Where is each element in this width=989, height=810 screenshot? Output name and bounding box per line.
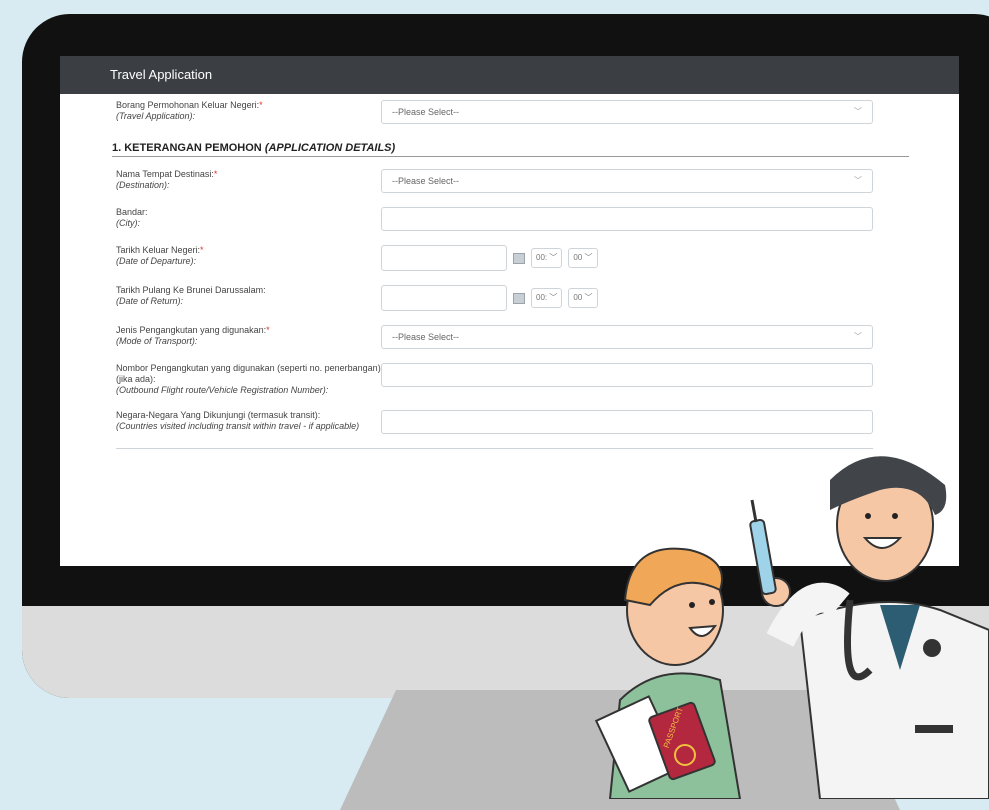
return-date-input[interactable] (381, 285, 507, 311)
countries-input[interactable] (381, 410, 873, 434)
destination-select[interactable]: --Please Select-- ﹀ (381, 169, 873, 193)
select-value: --Please Select-- (392, 332, 460, 342)
label-ms: Tarikh Pulang Ke Brunei Darussalam: (116, 285, 266, 295)
required-marker: * (259, 100, 263, 110)
form-row-travel-application: Borang Permohonan Keluar Negeri:* (Travel… (116, 100, 873, 124)
form-row-departure: Tarikh Keluar Negeri:* (Date of Departure… (116, 245, 873, 271)
form-row-return: Tarikh Pulang Ke Brunei Darussalam: (Date… (116, 285, 873, 311)
label-en: (Date of Departure): (116, 256, 197, 266)
label-ms: Tarikh Keluar Negeri: (116, 245, 201, 255)
label-ms: Nama Tempat Destinasi: (116, 169, 214, 179)
illustration: PASSPORT (594, 456, 989, 799)
calendar-icon[interactable] (513, 252, 525, 264)
label-en: (Outbound Flight route/Vehicle Registrat… (116, 385, 329, 395)
label-en: (Mode of Transport): (116, 336, 198, 346)
section-heading: 1. KETERANGAN PEMOHON (APPLICATION DETAI… (112, 136, 909, 157)
hour-value: 00: (536, 293, 548, 302)
window-title: Travel Application (60, 56, 959, 94)
label-ms: Borang Permohonan Keluar Negeri: (116, 100, 260, 110)
required-marker: * (266, 325, 270, 335)
required-marker: * (200, 245, 204, 255)
label-en: (City): (116, 218, 140, 228)
chevron-down-icon: ﹀ (854, 332, 862, 341)
departure-hour-select[interactable]: 00: ﹀ (531, 248, 563, 268)
departure-minute-select[interactable]: 00 ﹀ (568, 248, 598, 268)
required-marker: * (213, 169, 218, 179)
label-ms: Negara-Negara Yang Dikunjungi (termasuk … (116, 410, 321, 420)
label-en: (Travel Application): (116, 111, 196, 121)
select-value: --Please Select-- (392, 107, 460, 117)
label-ms: Jenis Pengangkutan yang digunakan: (116, 325, 267, 335)
patient-illustration: PASSPORT (594, 547, 742, 799)
minute-value: 00 (573, 253, 583, 262)
select-value: --Please Select-- (392, 176, 460, 186)
section-title: 1. KETERANGAN PEMOHON (112, 142, 262, 154)
field-label: Borang Permohonan Keluar Negeri:* (Travel… (116, 100, 381, 122)
calendar-icon[interactable] (513, 292, 525, 304)
transport-select[interactable]: --Please Select-- ﹀ (381, 325, 873, 349)
section-title-en: (APPLICATION DETAILS) (264, 142, 396, 154)
form-row-destination: Nama Tempat Destinasi:* (Destination): --… (116, 169, 873, 193)
return-hour-select[interactable]: 00: ﹀ (531, 288, 563, 308)
chevron-down-icon: ﹀ (854, 176, 862, 185)
application-form: Borang Permohonan Keluar Negeri:* (Travel… (60, 94, 959, 457)
label-en: (Destination): (116, 180, 170, 190)
return-minute-select[interactable]: 00 ﹀ (568, 288, 598, 308)
label-en: (Date of Return): (116, 296, 184, 306)
travel-application-select[interactable]: --Please Select-- ﹀ (381, 100, 873, 124)
form-row-city: Bandar: (City): (116, 207, 873, 231)
label-ms: Nombor Pengangkutan yang digunakan (sepe… (116, 363, 381, 384)
chevron-down-icon: ﹀ (854, 107, 862, 116)
minute-value: 00 (573, 293, 583, 302)
departure-date-input[interactable] (381, 245, 507, 271)
city-input[interactable] (381, 207, 873, 231)
doctor-illustration (749, 456, 989, 799)
form-row-transport-number: Nombor Pengangkutan yang digunakan (sepe… (116, 363, 873, 396)
form-row-transport: Jenis Pengangkutan yang digunakan:* (Mode… (116, 325, 873, 349)
label-en: (Countries visited including transit wit… (116, 421, 360, 431)
transport-number-input[interactable] (381, 363, 873, 387)
label-ms: Bandar: (116, 207, 148, 217)
hour-value: 00: (536, 253, 548, 262)
form-row-countries: Negara-Negara Yang Dikunjungi (termasuk … (116, 410, 873, 434)
